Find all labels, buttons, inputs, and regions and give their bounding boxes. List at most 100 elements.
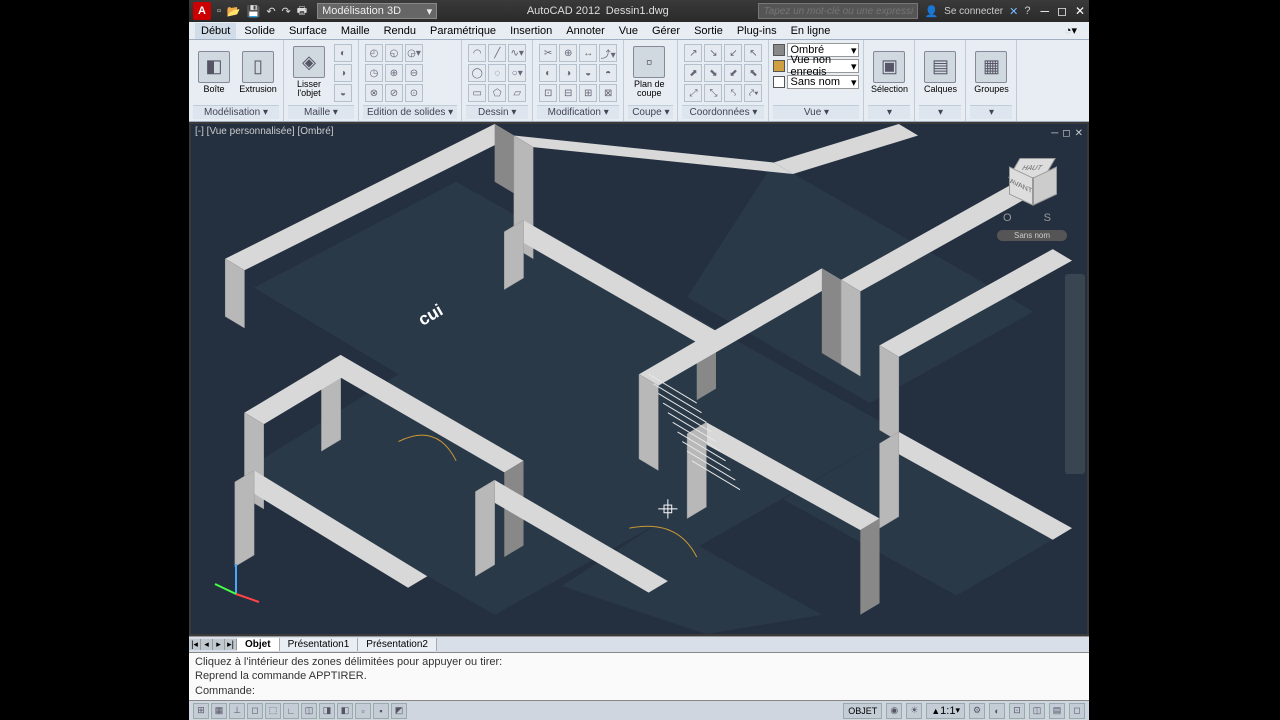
maille-sm2[interactable]: ◑ [334, 64, 352, 82]
sb-r5[interactable]: ⊡ [1009, 703, 1025, 719]
dr2[interactable]: ╱ [488, 44, 506, 62]
tab-maille[interactable]: Maille [335, 23, 376, 39]
dr4[interactable]: ◯ [468, 64, 486, 82]
sb-snap[interactable]: ⊞ [193, 703, 209, 719]
panel-calques-exp[interactable]: ▾ [919, 105, 961, 119]
workspace-dropdown[interactable]: Modélisation 3D▾ [317, 3, 437, 19]
mo5[interactable]: ◐ [539, 64, 557, 82]
ed7[interactable]: ⊗ [365, 84, 383, 102]
tab-nav-last[interactable]: ▸| [225, 639, 237, 650]
mo12[interactable]: ⊠ [599, 84, 617, 102]
navigation-bar[interactable] [1065, 274, 1085, 474]
sb-tpy[interactable]: ▪ [373, 703, 389, 719]
mo7[interactable]: ◒ [579, 64, 597, 82]
panel-coord-label[interactable]: Coordonnées [682, 105, 764, 119]
sb-r4[interactable]: ◐ [989, 703, 1005, 719]
tab-annoter[interactable]: Annoter [560, 23, 611, 39]
ed1[interactable]: ◴ [365, 44, 383, 62]
qat-redo-icon[interactable]: ↷ [282, 5, 291, 18]
tab-surface[interactable]: Surface [283, 23, 333, 39]
signin-link[interactable]: Se connecter [944, 6, 1003, 17]
mo8[interactable]: ◓ [599, 64, 617, 82]
dr1[interactable]: ◠ [468, 44, 486, 62]
sb-osnap[interactable]: ⬚ [265, 703, 281, 719]
sb-otrack[interactable]: ◫ [301, 703, 317, 719]
tab-solide[interactable]: Solide [238, 23, 281, 39]
maille-sm1[interactable]: ◐ [334, 44, 352, 62]
search-input[interactable] [758, 3, 918, 19]
mo3[interactable]: ↔ [579, 44, 597, 62]
co3[interactable]: ↙ [724, 44, 742, 62]
tab-presentation2[interactable]: Présentation2 [358, 638, 437, 651]
qat-open-icon[interactable]: 📂 [227, 5, 241, 18]
panel-dessin-label[interactable]: Dessin [466, 105, 528, 119]
vp-min-icon[interactable]: ─ [1051, 128, 1058, 139]
viewport[interactable]: [-] [Vue personnalisée] [Ombré] ─ ◻ ✕ [189, 122, 1089, 636]
sb-r3[interactable]: ⚙ [969, 703, 985, 719]
selection-button[interactable]: ▣Sélection [868, 42, 910, 102]
sb-3dosnap[interactable]: ∟ [283, 703, 299, 719]
qat-print-icon[interactable]: 🖶 [297, 2, 307, 21]
tab-sortie[interactable]: Sortie [688, 23, 729, 39]
groupes-button[interactable]: ▦Groupes [970, 42, 1012, 102]
sb-r1[interactable]: ◉ [886, 703, 902, 719]
dr8[interactable]: ⬠ [488, 84, 506, 102]
sb-r2[interactable]: ☀ [906, 703, 922, 719]
viewport-label[interactable]: [-] [Vue personnalisée] [Ombré] [195, 126, 334, 137]
sb-qp[interactable]: ◩ [391, 703, 407, 719]
dr3[interactable]: ∿▾ [508, 44, 526, 62]
ucs-icon[interactable] [211, 554, 261, 604]
sb-ducs[interactable]: ◨ [319, 703, 335, 719]
dr6[interactable]: ○▾ [508, 64, 526, 82]
mo11[interactable]: ⊞ [579, 84, 597, 102]
lisser-button[interactable]: ◈Lisser l'objet [288, 42, 330, 102]
sb-objet[interactable]: OBJET [843, 703, 882, 719]
co4[interactable]: ↖ [744, 44, 762, 62]
panel-coupe-label[interactable]: Coupe [628, 105, 673, 119]
qat-undo-icon[interactable]: ↶ [266, 5, 275, 18]
panel-selection-exp[interactable]: ▾ [868, 105, 910, 119]
visual-style-dd2[interactable]: Vue non enregis▾ [787, 59, 859, 73]
viewcube-compass[interactable]: OS [997, 212, 1057, 226]
exchange-icon[interactable]: ✕ [1009, 5, 1018, 18]
panel-vue-label[interactable]: Vue [773, 105, 859, 119]
restore-icon[interactable]: ◻ [1057, 4, 1067, 18]
calques-button[interactable]: ▤Calques [919, 42, 961, 102]
tab-plugins[interactable]: Plug-ins [731, 23, 783, 39]
co10[interactable]: ⤡ [704, 84, 722, 102]
tab-enligne[interactable]: En ligne [785, 23, 837, 39]
panel-maille-label[interactable]: Maille [288, 105, 354, 119]
viewcube-menu[interactable]: Sans nom [997, 230, 1067, 241]
tab-presentation1[interactable]: Présentation1 [280, 638, 359, 651]
sb-lwt[interactable]: ▫ [355, 703, 371, 719]
user-icon[interactable]: 👤 [924, 5, 938, 18]
mo10[interactable]: ⊟ [559, 84, 577, 102]
tab-vue[interactable]: Vue [613, 23, 644, 39]
panel-groupes-exp[interactable]: ▾ [970, 105, 1012, 119]
sb-scale[interactable]: ▲ 1:1 ▾ [926, 703, 965, 719]
maille-sm3[interactable]: ◒ [334, 84, 352, 102]
qat-new-icon[interactable]: ▫ [217, 5, 221, 17]
dr9[interactable]: ▱ [508, 84, 526, 102]
panel-edition-label[interactable]: Edition de solides [363, 105, 457, 119]
ed2[interactable]: ◵ [385, 44, 403, 62]
help-icon[interactable]: ? [1024, 5, 1030, 17]
co8[interactable]: ⬉ [744, 64, 762, 82]
co2[interactable]: ↘ [704, 44, 722, 62]
close-icon[interactable]: ✕ [1075, 4, 1085, 18]
mo1[interactable]: ✂ [539, 44, 557, 62]
tab-nav-first[interactable]: |◂ [189, 639, 201, 650]
viewcube[interactable]: HAUT AVANT OS Sans nom [997, 154, 1067, 244]
qat-save-icon[interactable]: 💾 [247, 5, 261, 18]
tab-objet[interactable]: Objet [237, 638, 280, 651]
tab-parametrique[interactable]: Paramétrique [424, 23, 502, 39]
tab-debut[interactable]: Début [195, 23, 236, 39]
sb-polar[interactable]: ◻ [247, 703, 263, 719]
app-icon[interactable]: A [193, 2, 211, 20]
co7[interactable]: ⬋ [724, 64, 742, 82]
ed8[interactable]: ⊘ [385, 84, 403, 102]
boite-button[interactable]: ◧Boîte [193, 42, 235, 102]
sb-r8[interactable]: ◻ [1069, 703, 1085, 719]
vp-max-icon[interactable]: ◻ [1062, 128, 1070, 139]
co1[interactable]: ↗ [684, 44, 702, 62]
